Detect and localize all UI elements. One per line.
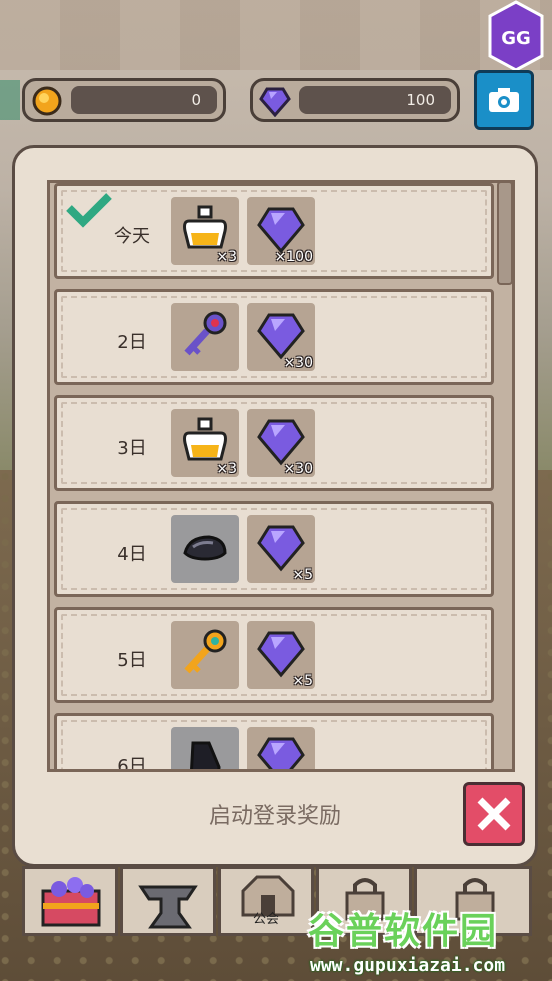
reward-qty: ×30 (283, 461, 313, 477)
reward-qty: ×100 (274, 249, 313, 265)
gold-value: 0 (71, 86, 217, 114)
anvil-icon (138, 885, 198, 929)
nav-tab-anvil[interactable] (120, 866, 216, 936)
reward-row-day5: 5日 ×5 (54, 607, 494, 703)
reward-list[interactable]: 今天 ×3 ×100 2日 ×30 3日 ×3 ×30 4日 ×5 5日 ×5 … (47, 180, 515, 772)
purple-gem-icon (257, 207, 305, 254)
reward-qty: ×5 (292, 673, 313, 689)
gold-coin-icon (31, 85, 63, 117)
gem-counter: 100 (250, 78, 460, 122)
day-label: 3日 (117, 438, 147, 459)
reward-slot[interactable]: ×3 (171, 197, 239, 265)
camera-button[interactable] (474, 70, 534, 130)
purple-gem-icon (257, 737, 305, 769)
potion-icon (183, 417, 227, 461)
day-label: 2日 (117, 332, 147, 353)
reward-slot[interactable]: ×30 (247, 409, 315, 477)
reward-slot[interactable] (171, 621, 239, 689)
purple-gem-icon (257, 313, 305, 360)
purple-gem-icon (257, 525, 305, 572)
close-icon (477, 797, 511, 831)
reward-slot[interactable] (171, 727, 239, 769)
reward-row-day1: 今天 ×3 ×100 (54, 183, 494, 279)
nav-tab-treasure[interactable] (22, 866, 118, 936)
reward-qty: ×3 (216, 461, 237, 477)
reward-row-day2: 2日 ×30 (54, 289, 494, 385)
background-foliage (0, 80, 20, 120)
gold-counter: 0 (22, 78, 226, 122)
potion-icon (183, 205, 227, 249)
day-label: 5日 (117, 650, 147, 671)
dark-bag-icon (190, 741, 221, 769)
reward-slot[interactable] (171, 515, 239, 583)
reward-slot[interactable] (171, 303, 239, 371)
reward-row-day4: 4日 ×5 (54, 501, 494, 597)
gg-logo-icon[interactable]: GG (486, 0, 546, 72)
panel-title: 启动登录奖励 (208, 804, 341, 829)
reward-slot[interactable]: ×5 (247, 621, 315, 689)
reward-qty: ×5 (292, 567, 313, 583)
nav-tab-guild[interactable]: 公会 (218, 866, 314, 936)
treasure-chest-icon (41, 877, 101, 927)
watermark-cn: 谷普软件园 (308, 911, 499, 952)
close-button[interactable] (463, 782, 525, 846)
reward-qty: ×3 (216, 249, 237, 265)
reward-row-day3: 3日 ×3 ×30 (54, 395, 494, 491)
reward-slot[interactable]: ×3 (171, 409, 239, 477)
reward-qty: ×30 (283, 355, 313, 371)
list-scrollbar[interactable] (497, 181, 513, 285)
reward-slot[interactable]: ×30 (247, 303, 315, 371)
reward-slot[interactable]: ×100 (247, 197, 315, 265)
watermark-url: www.gupuxiazai.com (310, 955, 506, 976)
background-wall (0, 0, 552, 70)
gold-key-icon (184, 629, 227, 674)
ore-icon (183, 535, 227, 561)
purple-gem-icon (259, 85, 291, 118)
purple-key-icon (184, 311, 227, 356)
day-label: 6日 (117, 756, 147, 772)
reward-row-day6: 6日 (54, 713, 494, 772)
reward-slot[interactable]: ×5 (247, 515, 315, 583)
reward-slot[interactable] (247, 727, 315, 769)
purple-gem-icon (257, 419, 305, 466)
camera-icon (489, 88, 519, 112)
purple-gem-icon (257, 631, 305, 678)
gem-value: 100 (299, 86, 451, 114)
gg-logo-text: GG (501, 28, 531, 49)
login-reward-panel: 今天 ×3 ×100 2日 ×30 3日 ×3 ×30 4日 ×5 5日 ×5 … (12, 145, 538, 867)
nav-label: 公会 (252, 912, 279, 927)
day-label: 4日 (117, 544, 147, 565)
check-icon (66, 193, 112, 228)
